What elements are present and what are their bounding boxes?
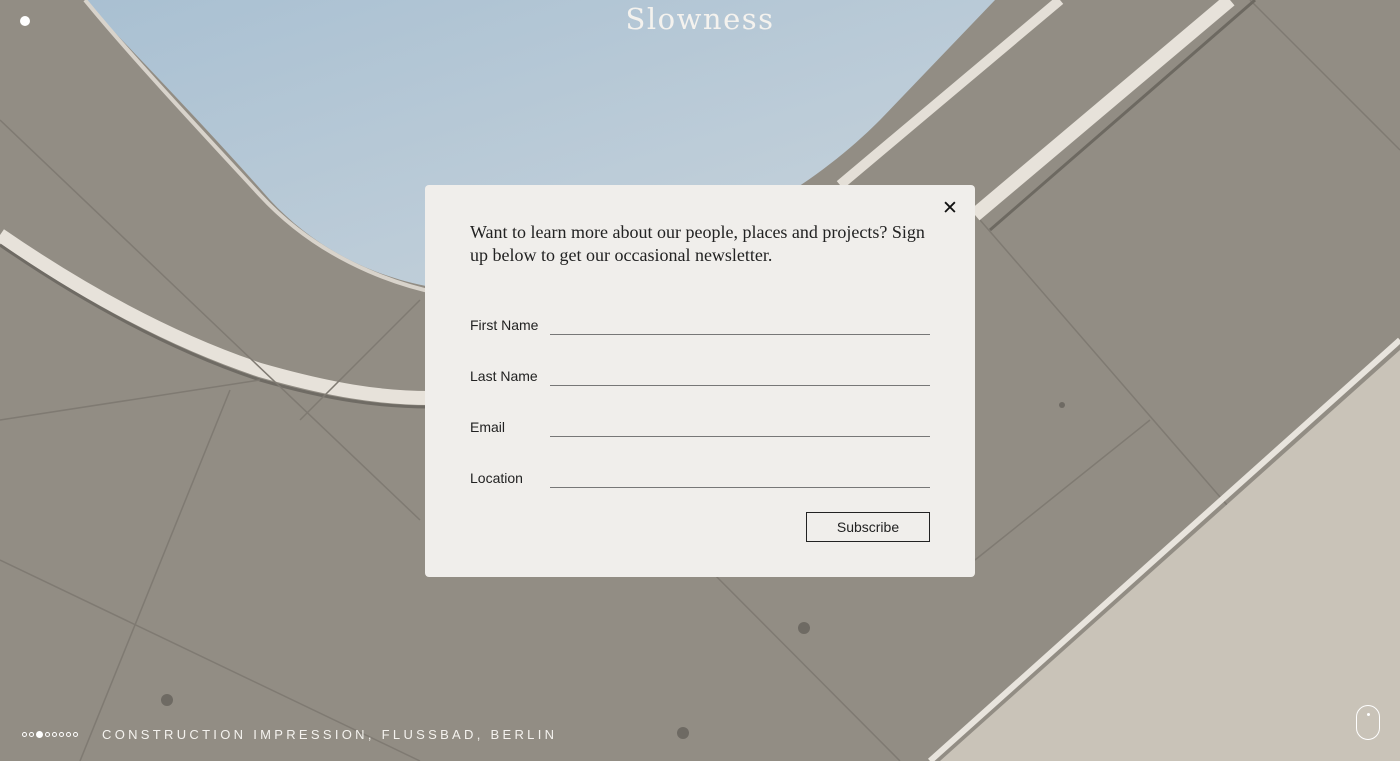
location-row: Location <box>470 460 930 488</box>
newsletter-intro-text: Want to learn more about our people, pla… <box>470 222 925 265</box>
newsletter-form: First Name Last Name Email Location <box>470 307 930 488</box>
email-label: Email <box>470 419 506 435</box>
slide-dot-3[interactable] <box>36 731 43 738</box>
first-name-row: First Name <box>470 307 930 335</box>
newsletter-modal: ✕ Want to learn more about our people, p… <box>425 185 975 577</box>
slide-dot-8[interactable] <box>73 732 78 737</box>
last-name-row: Last Name <box>470 358 930 386</box>
slide-dot-5[interactable] <box>52 732 57 737</box>
slide-dot-6[interactable] <box>59 732 64 737</box>
email-row: Email <box>470 409 930 437</box>
first-name-label: First Name <box>470 317 539 333</box>
slide-dot-4[interactable] <box>45 732 50 737</box>
first-name-input[interactable] <box>550 310 930 335</box>
mouse-icon[interactable] <box>1356 705 1380 740</box>
page: Slowness ✕ Want to learn more about our … <box>0 0 1400 761</box>
close-icon[interactable]: ✕ <box>939 197 961 219</box>
last-name-label: Last Name <box>470 368 538 384</box>
mouse-wheel-icon <box>1366 713 1370 716</box>
location-label: Location <box>470 470 523 486</box>
slide-caption: CONSTRUCTION IMPRESSION, FLUSSBAD, BERLI… <box>102 727 558 742</box>
location-input[interactable] <box>550 463 930 488</box>
slide-dot-7[interactable] <box>66 732 71 737</box>
slide-dot-2[interactable] <box>29 732 34 737</box>
slideshow-pagination <box>22 731 78 738</box>
last-name-input[interactable] <box>550 361 930 386</box>
subscribe-button[interactable]: Subscribe <box>806 512 930 542</box>
slide-dot-1[interactable] <box>22 732 27 737</box>
site-title[interactable]: Slowness <box>0 2 1400 36</box>
email-input[interactable] <box>550 412 930 437</box>
